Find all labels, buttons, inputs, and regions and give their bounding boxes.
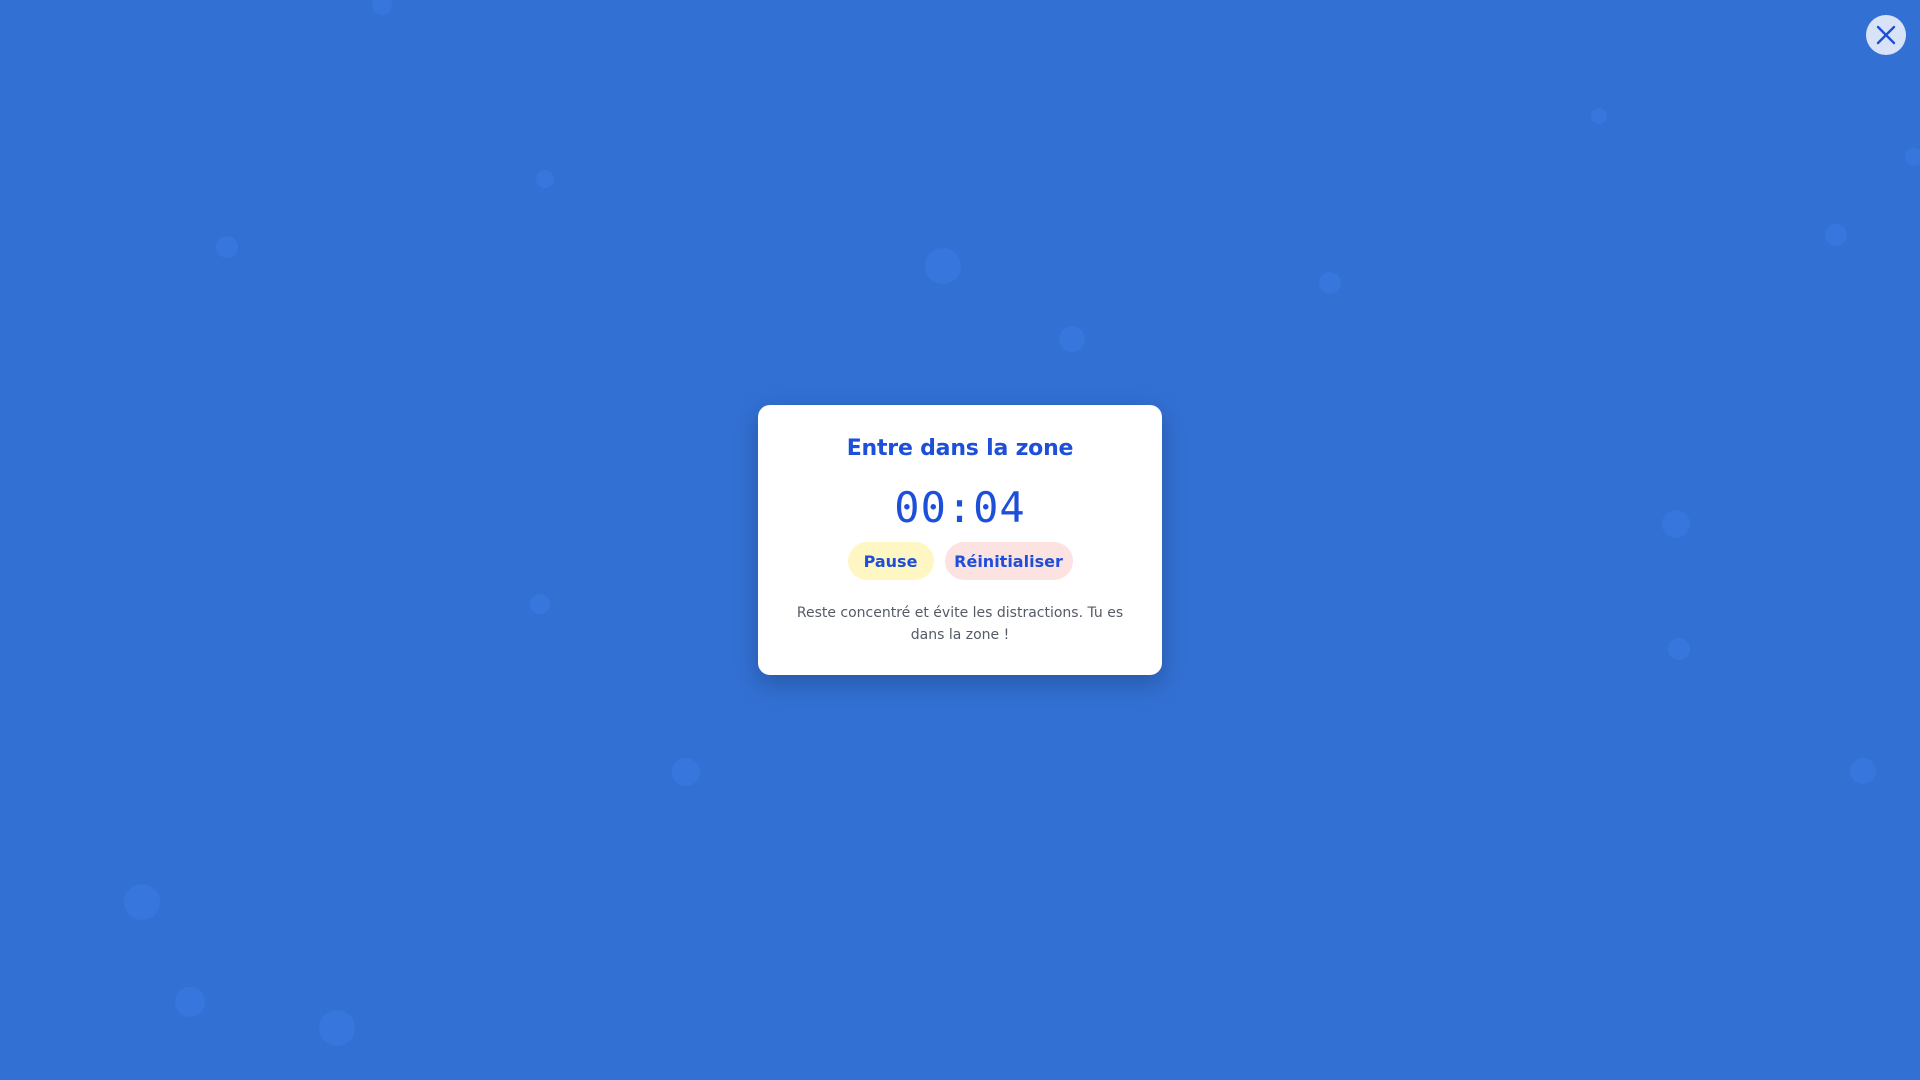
background-bubble bbox=[124, 884, 160, 920]
timer-display: 00:04 bbox=[894, 483, 1026, 532]
pause-button[interactable]: Pause bbox=[847, 542, 934, 580]
background-bubble bbox=[319, 1010, 355, 1046]
background-bubble bbox=[1850, 758, 1876, 784]
timer-controls: Pause Réinitialiser bbox=[758, 542, 1162, 580]
background-bubble bbox=[372, 0, 392, 15]
focus-timer-card: Entre dans la zone 00:04 Pause Réinitial… bbox=[758, 405, 1162, 675]
background-bubble bbox=[536, 170, 554, 188]
background-bubble bbox=[530, 594, 550, 614]
card-title: Entre dans la zone bbox=[846, 436, 1074, 461]
reset-button[interactable]: Réinitialiser bbox=[944, 542, 1073, 580]
background-bubble bbox=[1319, 272, 1341, 294]
close-icon bbox=[1876, 25, 1896, 45]
background-bubble bbox=[216, 236, 238, 258]
background-bubble bbox=[925, 248, 961, 284]
background-bubble bbox=[1591, 108, 1607, 124]
background-bubble bbox=[175, 987, 205, 1017]
close-button[interactable] bbox=[1866, 15, 1906, 55]
focus-hint-text: Reste concentré et évite les distraction… bbox=[796, 605, 1124, 643]
background-bubble bbox=[1825, 224, 1847, 246]
background-bubble bbox=[1662, 510, 1690, 538]
background-bubble bbox=[1668, 638, 1690, 660]
background-bubble bbox=[672, 758, 700, 786]
background-bubble bbox=[1905, 148, 1920, 166]
background-bubble bbox=[1059, 326, 1085, 352]
